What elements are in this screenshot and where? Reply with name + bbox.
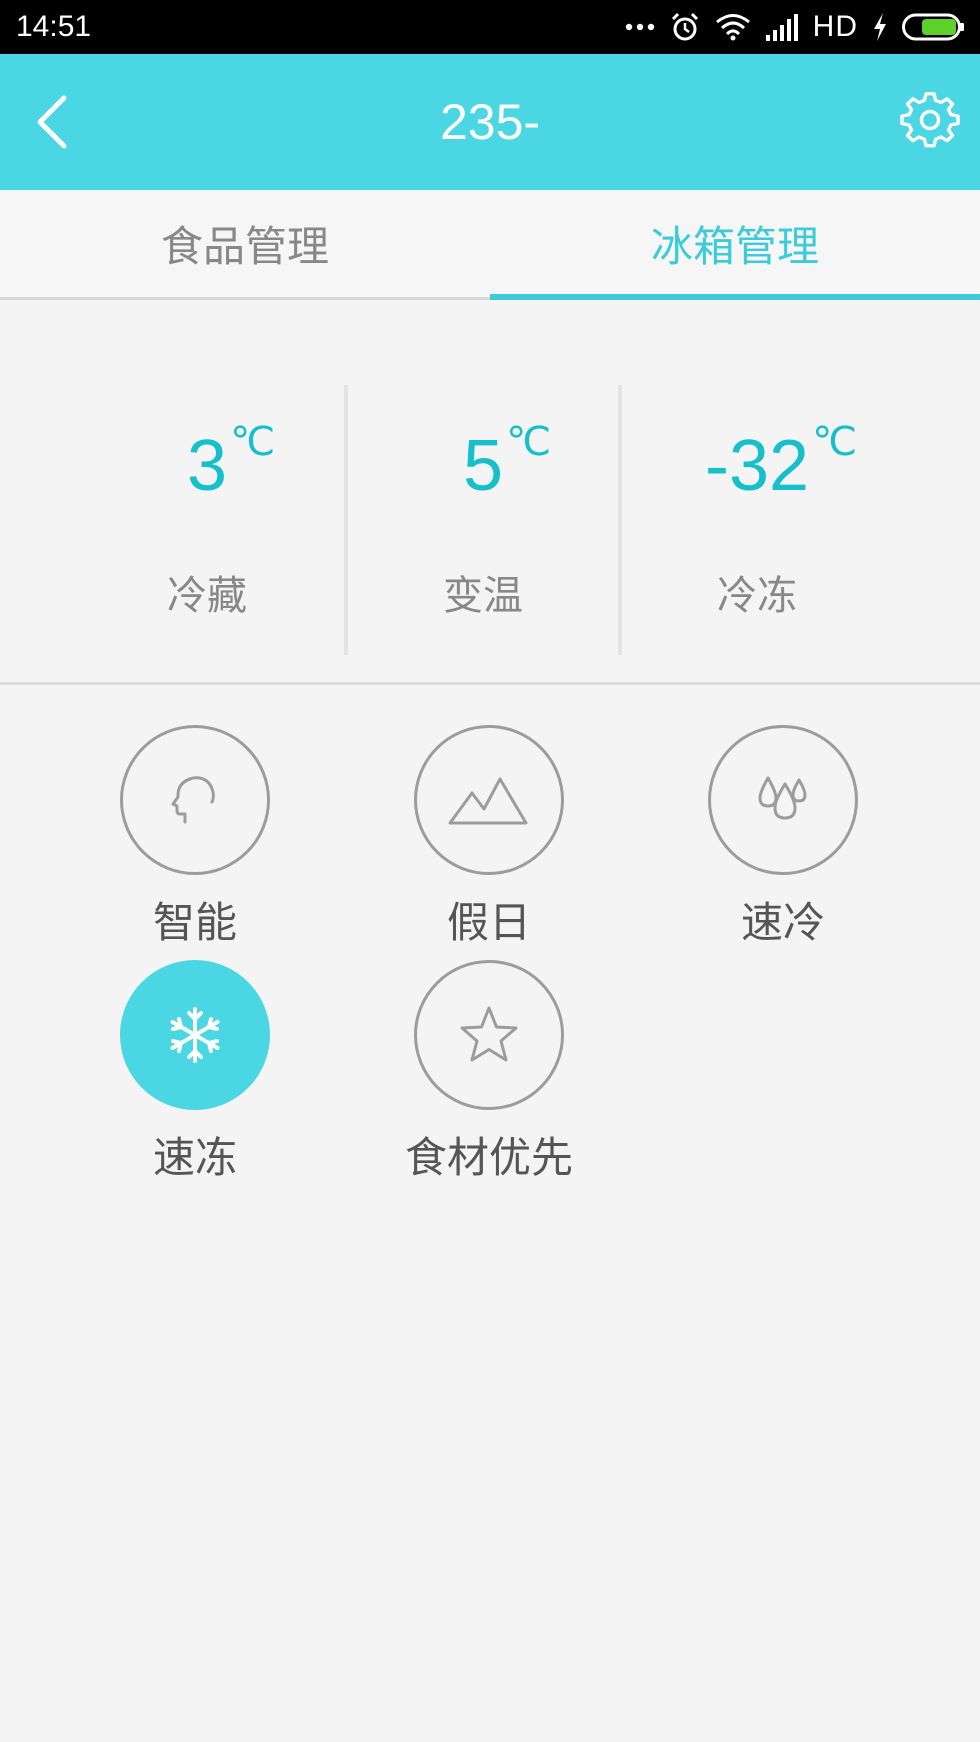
zone-temperature: 5 ℃	[462, 419, 551, 507]
wifi-icon	[715, 14, 750, 41]
network-type: HD	[812, 10, 858, 43]
temperature-zones: 3 ℃ 冷藏 5 ℃ 变温 -32 ℃ 冷冻	[0, 300, 980, 685]
status-icons: HD	[625, 10, 966, 44]
alarm-icon	[671, 12, 698, 41]
zone-label: 冷冻	[717, 573, 797, 619]
zone-variable[interactable]: 5 ℃ 变温	[344, 385, 618, 655]
snowflake-icon	[170, 1007, 220, 1063]
water-drops-icon	[758, 776, 807, 820]
zone-temperature-unit: ℃	[230, 419, 276, 465]
chevron-left-icon	[37, 95, 67, 149]
zone-temperature-unit: ℃	[812, 419, 858, 465]
zone-temperature-value: 3	[186, 426, 228, 506]
tab-bar: 食品管理 冰箱管理	[0, 190, 980, 300]
status-time: 14:51	[16, 10, 92, 43]
mode-quick-cool-button[interactable]: 速冷	[673, 725, 893, 950]
more-dots-icon	[625, 23, 654, 31]
zone-temperature-value: -32	[704, 426, 810, 506]
signal-icon	[765, 14, 798, 41]
zone-refrigerate[interactable]: 3 ℃ 冷藏	[70, 385, 344, 655]
mode-label: 智能	[152, 898, 237, 947]
charging-icon	[874, 13, 886, 41]
zone-temperature-value: 5	[462, 426, 504, 506]
zone-temperature: -32 ℃	[704, 419, 857, 507]
mode-smart-button[interactable]: 智能	[85, 725, 305, 950]
gear-icon	[900, 92, 960, 148]
tab-food-management[interactable]: 食品管理	[0, 190, 490, 297]
battery-icon	[902, 13, 964, 41]
zone-freeze[interactable]: -32 ℃ 冷冻	[618, 385, 892, 655]
settings-button[interactable]	[900, 92, 960, 152]
mountain-icon	[448, 777, 528, 825]
mode-label: 速冷	[740, 898, 825, 947]
mode-circle	[414, 960, 564, 1110]
page-title: 235-	[439, 94, 541, 150]
mode-circle	[414, 725, 564, 875]
zone-temperature: 3 ℃	[186, 419, 275, 507]
status-bar: 14:51 HD	[0, 0, 980, 54]
mode-label: 食材优先	[404, 1133, 573, 1182]
mode-circle	[708, 725, 858, 875]
mode-circle	[120, 725, 270, 875]
mode-holiday-button[interactable]: 假日	[379, 725, 599, 950]
app-bar: 235-	[0, 54, 980, 190]
head-profile-icon	[171, 776, 215, 824]
star-icon	[460, 1006, 518, 1062]
mode-food-priority-button[interactable]: 食材优先	[379, 960, 599, 1185]
back-button[interactable]	[30, 92, 74, 152]
mode-label: 速冻	[152, 1133, 237, 1182]
mode-circle	[120, 960, 270, 1110]
zone-label: 变温	[443, 573, 523, 619]
mode-label: 假日	[446, 898, 531, 947]
mode-quick-freeze-button[interactable]: 速冻	[85, 960, 305, 1185]
zone-label: 冷藏	[167, 573, 247, 619]
tab-fridge-management[interactable]: 冰箱管理	[490, 190, 980, 300]
zone-temperature-unit: ℃	[506, 419, 552, 465]
